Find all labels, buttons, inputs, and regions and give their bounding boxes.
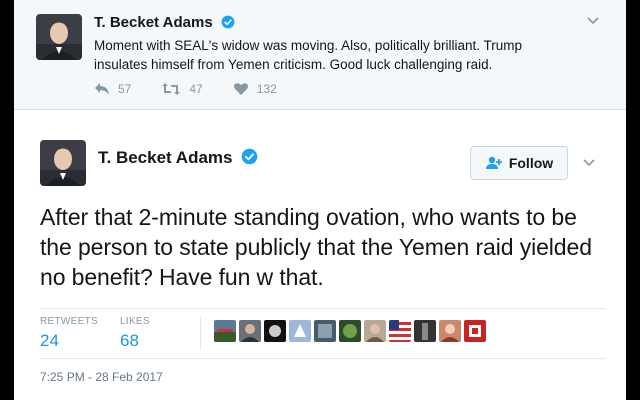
parent-tweet[interactable]: T. Becket Adams Moment with SEAL's widow… (14, 0, 626, 110)
liker-avatar[interactable] (414, 320, 436, 342)
author-name[interactable]: T. Becket Adams (94, 14, 235, 31)
follow-button[interactable]: Follow (470, 146, 568, 180)
tweet-timestamp[interactable]: 7:25 PM - 28 Feb 2017 (40, 370, 163, 384)
retweets-count: 24 (40, 331, 59, 350)
reply-count: 57 (118, 82, 132, 96)
likes-label: LIKES (120, 316, 150, 327)
retweet-count: 47 (189, 82, 203, 96)
retweets-stat[interactable]: RETWEETS 24 (40, 316, 98, 351)
author-name-text: T. Becket Adams (98, 148, 233, 167)
likes-count: 68 (120, 331, 139, 350)
liker-avatar[interactable] (314, 320, 336, 342)
liker-avatar[interactable] (464, 320, 486, 342)
chevron-down-icon[interactable] (586, 14, 600, 28)
retweet-icon (162, 83, 181, 95)
divider (40, 358, 606, 359)
reply-button[interactable]: 57 (94, 82, 131, 96)
likers-avatars (214, 320, 489, 342)
like-count: 132 (256, 82, 277, 96)
avatar[interactable] (40, 140, 86, 186)
liker-avatar[interactable] (364, 320, 386, 342)
likes-stat[interactable]: LIKES 68 (120, 316, 150, 351)
verified-icon (241, 148, 258, 165)
liker-avatar[interactable] (214, 320, 236, 342)
divider (200, 316, 201, 350)
chevron-down-icon[interactable] (582, 156, 596, 170)
reply-icon (95, 83, 109, 95)
liker-avatar[interactable] (439, 320, 461, 342)
liker-avatar[interactable] (289, 320, 311, 342)
liker-avatar[interactable] (239, 320, 261, 342)
tweet-actions: 57 47 132 (94, 82, 307, 96)
author-name[interactable]: T. Becket Adams (98, 148, 258, 168)
follow-label: Follow (508, 155, 554, 171)
liker-avatar[interactable] (264, 320, 286, 342)
like-button[interactable]: 132 (233, 82, 277, 96)
tweet-text: Moment with SEAL's widow was moving. Als… (94, 38, 522, 72)
retweet-button[interactable]: 47 (161, 82, 203, 96)
verified-icon (221, 15, 235, 29)
avatar[interactable] (36, 14, 82, 60)
liker-avatar[interactable] (339, 320, 361, 342)
tweet-text: After that 2-minute standing ovation, wh… (40, 204, 592, 290)
us-flag-icon[interactable] (389, 320, 411, 342)
divider (40, 308, 606, 309)
tweet-frame: T. Becket Adams Moment with SEAL's widow… (14, 0, 626, 400)
retweets-label: RETWEETS (40, 316, 98, 327)
heart-icon (233, 83, 248, 95)
author-name-text: T. Becket Adams (94, 14, 213, 31)
add-user-icon (485, 156, 502, 169)
